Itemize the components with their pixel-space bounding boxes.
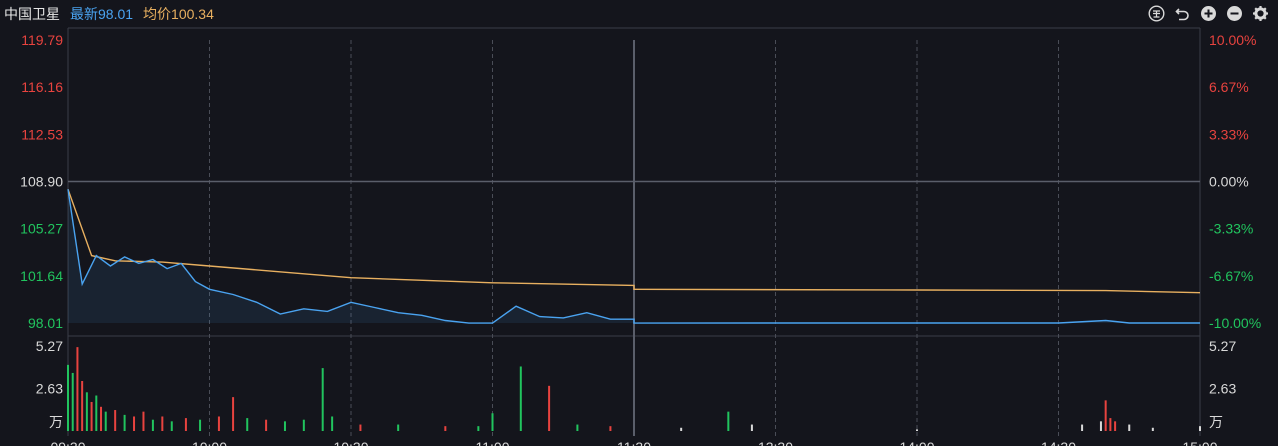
volume-bar (95, 395, 98, 431)
volume-bar (477, 426, 480, 431)
price-tick-label: 112.53 (21, 126, 63, 142)
volume-bar (265, 419, 268, 431)
price-tick-label: 101.64 (20, 268, 63, 284)
volume-bar (331, 416, 334, 431)
volume-bar (85, 392, 88, 431)
volume-bar (71, 372, 74, 431)
volume-bar (548, 385, 551, 431)
volume-unit-label: 万 (1209, 415, 1223, 431)
volume-bar (133, 416, 136, 431)
price-tick-label: 108.90 (20, 174, 63, 190)
percent-tick-label: 10.00% (1209, 32, 1256, 48)
volume-bar (519, 366, 522, 431)
volume-bar (170, 421, 173, 431)
percent-tick-label: -3.33% (1209, 221, 1253, 237)
volume-bar (100, 406, 103, 431)
volume-bar (609, 426, 612, 431)
volume-tick-label: 2.63 (1209, 381, 1236, 397)
axis-labels: 119.79 116.16 112.53 108.90 105.27 101.64 98.0… (20, 32, 1261, 446)
volume-bar (151, 419, 154, 431)
volume-bar (246, 418, 249, 431)
volume-bar (217, 416, 220, 431)
volume-bar (1081, 424, 1084, 431)
volume-bar (727, 411, 730, 431)
time-tick-label: 15:00 (1182, 439, 1217, 446)
volume-bar (123, 414, 126, 431)
volume-bar (576, 424, 579, 431)
percent-tick-label: 6.67% (1209, 79, 1249, 95)
price-tick-label: 116.16 (21, 79, 63, 95)
volume-bar (161, 416, 164, 431)
price-tick-label: 98.01 (28, 315, 63, 331)
volume-bar (199, 419, 202, 431)
volume-bar (1128, 424, 1131, 431)
price-tick-label: 105.27 (20, 221, 63, 237)
volume-bar (750, 424, 753, 431)
price-tick-label: 119.79 (21, 32, 63, 48)
volume-bar (76, 347, 79, 431)
time-tick-label: 10:00 (192, 439, 227, 446)
volume-bar (916, 429, 918, 431)
volume-tick-label: 5.27 (1209, 338, 1236, 354)
volume-bar (1109, 418, 1112, 431)
volume-tick-label: 2.63 (36, 381, 63, 397)
volume-bar (232, 397, 235, 431)
time-tick-label: 11:30 (617, 439, 651, 446)
volume-bar (1199, 426, 1201, 431)
percent-tick-label: 0.00% (1209, 174, 1249, 190)
time-tick-label: 13:30 (758, 439, 793, 446)
volume-bar (1114, 421, 1117, 431)
volume-bar (114, 410, 117, 431)
volume-bar (81, 381, 84, 431)
intraday-chart: 119.79 116.16 112.53 108.90 105.27 101.64 98.0… (20, 27, 1261, 446)
volume-bar (283, 421, 286, 431)
volume-bar (1099, 421, 1102, 431)
volume-bar (1104, 400, 1107, 431)
volume-bar (142, 411, 145, 431)
time-tick-label: 14:30 (1041, 439, 1076, 446)
percent-tick-label: -10.00% (1209, 315, 1261, 331)
volume-bar (90, 401, 93, 431)
percent-tick-label: -6.67% (1209, 268, 1253, 284)
volume-bar (397, 424, 400, 431)
volume-bar (491, 413, 494, 431)
percent-tick-label: 3.33% (1209, 126, 1249, 142)
time-tick-label: 09:30 (50, 439, 85, 446)
volume-bar (359, 424, 362, 431)
chart-grid (67, 27, 1201, 436)
volume-bar (104, 411, 107, 431)
volume-bar (321, 368, 324, 431)
volume-bar (302, 419, 305, 431)
volume-bar (67, 364, 69, 431)
time-tick-label: 11:00 (476, 439, 510, 446)
time-tick-label: 10:30 (333, 439, 368, 446)
volume-unit-label: 万 (49, 415, 63, 431)
volume-bar (184, 418, 187, 431)
volume-bar (680, 427, 683, 431)
volume-tick-label: 5.27 (36, 338, 63, 354)
volume-bar (1151, 427, 1154, 431)
volume-bar (444, 426, 447, 431)
time-tick-label: 14:00 (899, 439, 934, 446)
